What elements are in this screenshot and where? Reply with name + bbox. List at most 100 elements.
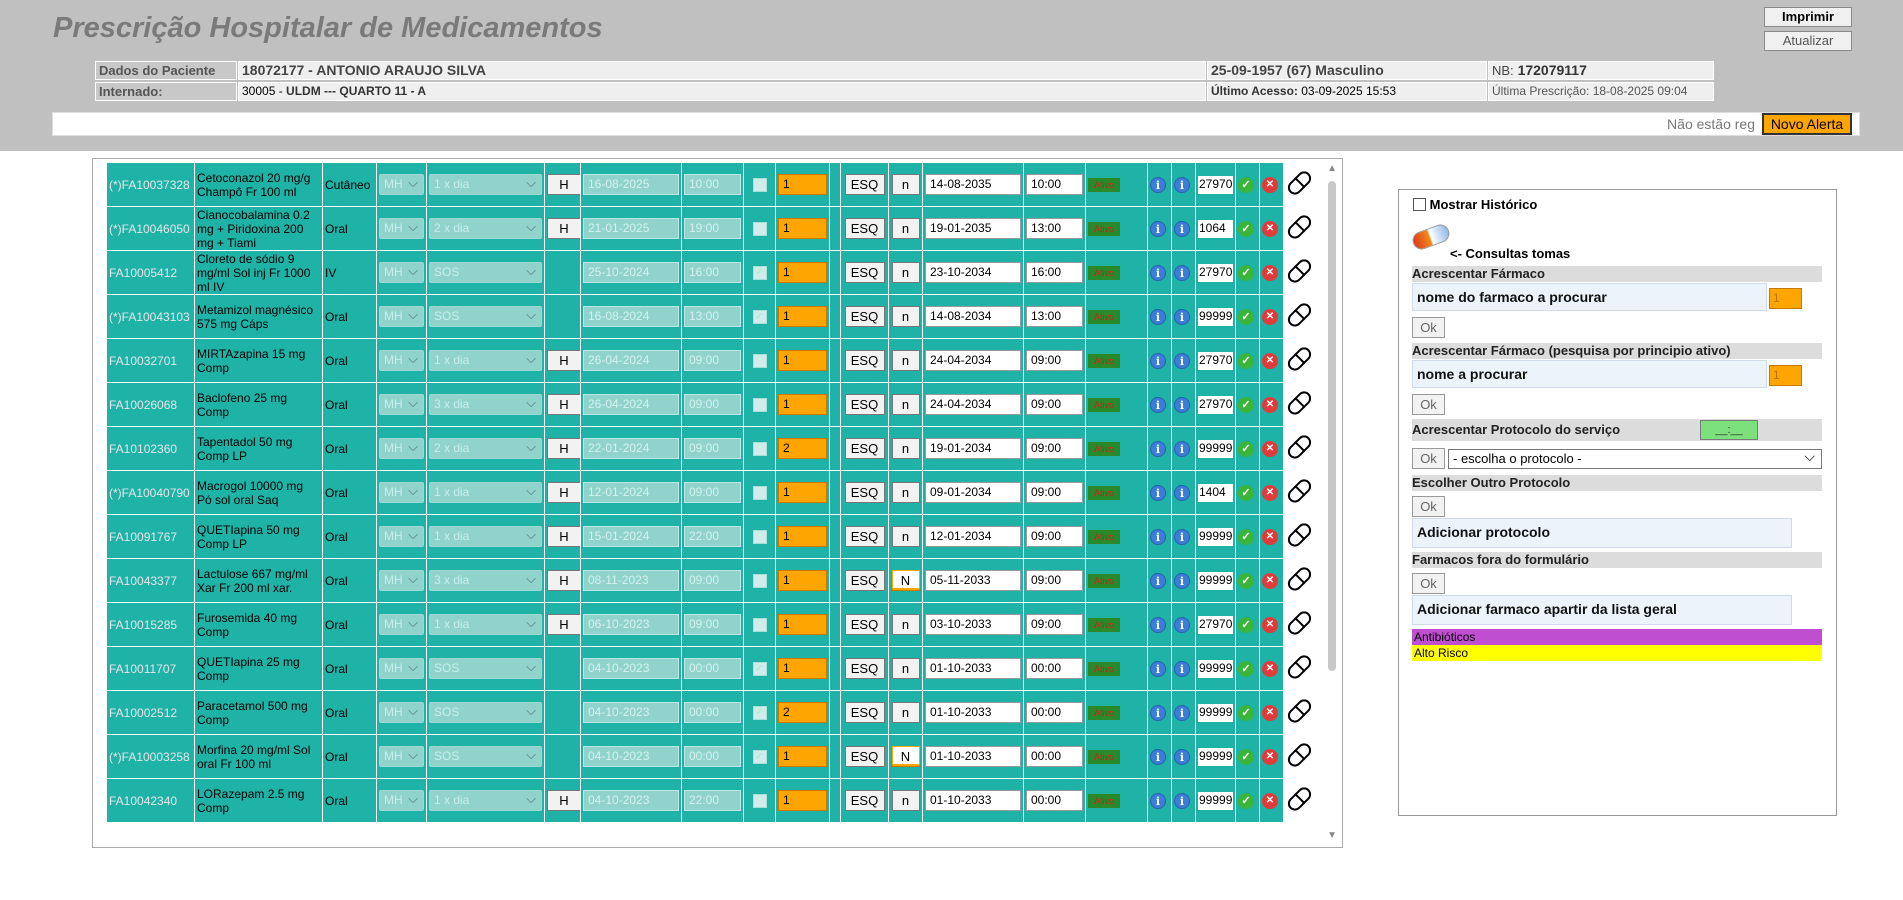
end-date-field[interactable]: 03-10-2033: [925, 614, 1021, 635]
sos-checkbox[interactable]: [752, 397, 767, 412]
end-time-field[interactable]: 13:00: [1026, 306, 1083, 327]
drug-code[interactable]: FA10043377: [109, 574, 177, 588]
protocol-select[interactable]: - escolha o protocolo -: [1448, 447, 1822, 469]
pill-icon[interactable]: [1285, 388, 1313, 418]
end-date-field[interactable]: 01-10-2033: [925, 746, 1021, 767]
unit-select[interactable]: MH: [379, 745, 424, 767]
unit-select[interactable]: MH: [379, 789, 424, 811]
add-drug-ok-button[interactable]: Ok: [1412, 317, 1445, 338]
scroll-thumb[interactable]: [1328, 181, 1336, 671]
info-icon[interactable]: i: [1174, 660, 1190, 677]
end-date-field[interactable]: 09-01-2034: [925, 482, 1021, 503]
end-time-field[interactable]: 00:00: [1026, 746, 1083, 767]
drug-code[interactable]: FA10002512: [109, 706, 177, 720]
table-scrollbar[interactable]: ▲ ▼: [1322, 159, 1342, 847]
pill-icon[interactable]: [1285, 300, 1313, 330]
check-icon[interactable]: ✓: [1238, 748, 1254, 765]
n-button[interactable]: n: [891, 482, 920, 503]
unit-select[interactable]: MH: [379, 657, 424, 679]
new-alert-button[interactable]: Novo Alerta: [1762, 113, 1852, 135]
check-icon[interactable]: ✓: [1238, 352, 1254, 369]
pill-icon[interactable]: [1285, 520, 1313, 550]
end-date-field[interactable]: 05-11-2033: [925, 570, 1021, 591]
start-time-field[interactable]: 22:00: [684, 790, 741, 811]
end-date-field[interactable]: 24-04-2034: [925, 394, 1021, 415]
frequency-select[interactable]: SOS: [429, 657, 542, 679]
frequency-select[interactable]: 1 x dia: [429, 173, 542, 195]
check-icon[interactable]: ✓: [1238, 572, 1254, 589]
drug-code[interactable]: FA10042340: [109, 794, 177, 808]
h-button[interactable]: H: [547, 350, 580, 371]
pill-icon[interactable]: [1285, 740, 1313, 770]
check-icon[interactable]: ✓: [1238, 396, 1254, 413]
add-protocol-button[interactable]: Adicionar protocolo: [1412, 518, 1792, 548]
start-time-field[interactable]: 09:00: [684, 350, 741, 371]
unit-select[interactable]: MH: [379, 393, 424, 415]
n-button[interactable]: n: [891, 526, 920, 547]
close-icon[interactable]: ✕: [1262, 177, 1278, 193]
esq-button[interactable]: ESQ: [844, 526, 885, 547]
pill-icon[interactable]: [1285, 168, 1313, 198]
end-time-field[interactable]: 00:00: [1026, 658, 1083, 679]
unit-select[interactable]: MH: [379, 437, 424, 459]
quantity-field[interactable]: 1: [778, 482, 827, 503]
scroll-down-icon[interactable]: ▼: [1327, 830, 1337, 841]
h-button[interactable]: H: [547, 614, 580, 635]
start-date-field[interactable]: 04-10-2023: [583, 702, 679, 723]
quantity-field[interactable]: 1: [778, 746, 827, 767]
close-icon[interactable]: ✕: [1262, 353, 1278, 369]
quantity-field[interactable]: 1: [778, 350, 827, 371]
start-date-field[interactable]: 21-01-2025: [583, 218, 679, 239]
start-time-field[interactable]: 10:00: [684, 174, 741, 195]
close-icon[interactable]: ✕: [1262, 441, 1278, 457]
sos-checkbox[interactable]: ✓: [752, 661, 767, 676]
start-date-field[interactable]: 26-04-2024: [583, 394, 679, 415]
frequency-select[interactable]: 3 x dia: [429, 569, 542, 591]
frequency-select[interactable]: 1 x dia: [429, 613, 542, 635]
unit-select[interactable]: MH: [379, 217, 424, 239]
n-button[interactable]: N: [891, 570, 920, 591]
end-date-field[interactable]: 23-10-2034: [925, 262, 1021, 283]
end-date-field[interactable]: 19-01-2034: [925, 438, 1021, 459]
esq-button[interactable]: ESQ: [844, 394, 885, 415]
end-date-field[interactable]: 01-10-2033: [925, 790, 1021, 811]
close-icon[interactable]: ✕: [1262, 397, 1278, 413]
end-date-field[interactable]: 24-04-2034: [925, 350, 1021, 371]
end-date-field[interactable]: 01-10-2033: [925, 658, 1021, 679]
n-button[interactable]: n: [891, 658, 920, 679]
start-time-field[interactable]: 09:00: [684, 438, 741, 459]
info-icon[interactable]: i: [1174, 484, 1190, 501]
info-icon[interactable]: i: [1150, 660, 1166, 677]
scroll-up-icon[interactable]: ▲: [1327, 163, 1337, 174]
close-icon[interactable]: ✕: [1262, 573, 1278, 589]
unit-select[interactable]: MH: [379, 349, 424, 371]
quantity-field[interactable]: 2: [778, 438, 827, 459]
end-date-field[interactable]: 12-01-2034: [925, 526, 1021, 547]
h-button[interactable]: H: [547, 482, 580, 503]
drug-code[interactable]: (*)FA10037328: [109, 178, 190, 192]
n-button[interactable]: n: [891, 350, 920, 371]
close-icon[interactable]: ✕: [1262, 221, 1278, 237]
pill-consult-icon[interactable]: [1410, 222, 1452, 252]
info-icon[interactable]: i: [1150, 704, 1166, 721]
end-time-field[interactable]: 10:00: [1026, 174, 1083, 195]
esq-button[interactable]: ESQ: [844, 570, 885, 591]
h-button[interactable]: H: [547, 394, 580, 415]
frequency-select[interactable]: 2 x dia: [429, 217, 542, 239]
print-button[interactable]: Imprimir: [1764, 7, 1852, 27]
info-icon[interactable]: i: [1174, 220, 1190, 237]
end-time-field[interactable]: 09:00: [1026, 438, 1083, 459]
n-button[interactable]: n: [891, 438, 920, 459]
n-button[interactable]: n: [891, 790, 920, 811]
esq-button[interactable]: ESQ: [844, 306, 885, 327]
end-time-field[interactable]: 13:00: [1026, 218, 1083, 239]
h-button[interactable]: H: [547, 438, 580, 459]
start-time-field[interactable]: 00:00: [684, 702, 741, 723]
add-protocol-ok-button[interactable]: Ok: [1412, 448, 1445, 469]
close-icon[interactable]: ✕: [1262, 749, 1278, 765]
end-time-field[interactable]: 00:00: [1026, 702, 1083, 723]
check-icon[interactable]: ✓: [1238, 484, 1254, 501]
check-icon[interactable]: ✓: [1238, 440, 1254, 457]
info-icon[interactable]: i: [1150, 396, 1166, 413]
esq-button[interactable]: ESQ: [844, 790, 885, 811]
